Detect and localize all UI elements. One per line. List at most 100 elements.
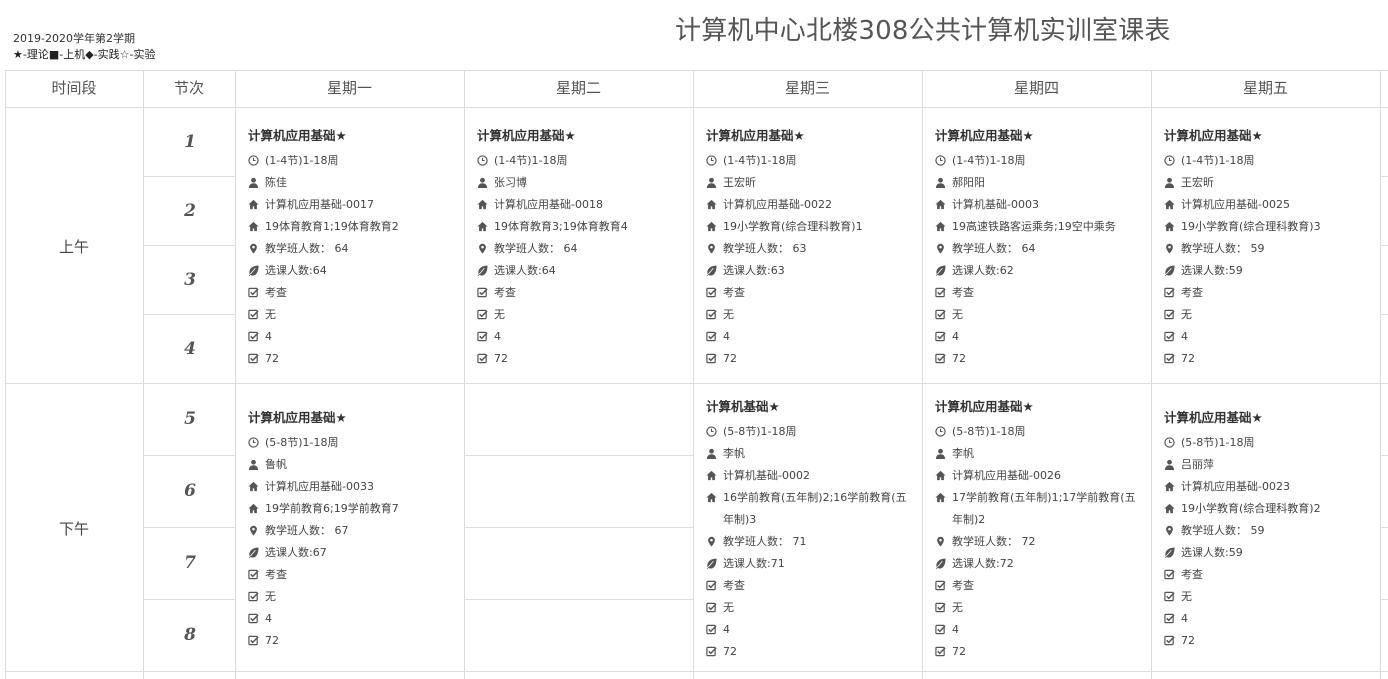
check-icon (248, 591, 259, 602)
note-value: 无 (952, 308, 963, 321)
exam-type: 考查 (1181, 568, 1203, 581)
course-time-row: (1-4节)1-18周 (477, 150, 697, 172)
slot-number: 5 (184, 409, 196, 429)
home-icon (706, 221, 717, 232)
leaf-icon (1164, 265, 1175, 276)
course-title: 计算机应用基础★ (935, 128, 1034, 143)
user-icon (706, 177, 717, 188)
check-icon (1164, 635, 1175, 646)
exam-type-row: 考查 (706, 575, 926, 597)
total-hours: 72 (1181, 352, 1195, 365)
teacher-name-row: 吕丽萍 (1164, 454, 1384, 476)
course-card[interactable]: 计算机应用基础★ (5-8节)1-18周 吕丽萍 计算机应用基础-0023 19小学教育… (1164, 407, 1384, 652)
slot-number: 1 (184, 132, 196, 152)
clock-icon (706, 426, 717, 437)
leaf-icon (1164, 547, 1175, 558)
exam-type-row: 考查 (935, 575, 1155, 597)
total-hours-row: 72 (248, 348, 468, 370)
check-icon (1164, 331, 1175, 342)
class-code-row: 计算机应用基础-0017 (248, 194, 468, 216)
course-title: 计算机应用基础★ (935, 399, 1034, 414)
check-icon (1164, 353, 1175, 364)
header-slot: 节次 (173, 79, 204, 97)
class-size-row: 教学班人数： 63 (706, 238, 926, 260)
note-value: 无 (952, 601, 963, 614)
enrolled-count-row: 选课人数:64 (248, 260, 468, 282)
total-hours-row: 72 (935, 348, 1155, 370)
leaf-icon (935, 265, 946, 276)
check-icon (935, 580, 946, 591)
clock-icon (248, 155, 259, 166)
home-icon (248, 221, 259, 232)
leaf-icon (248, 547, 259, 558)
slot-number: 7 (184, 553, 196, 573)
course-time: (5-8节)1-18周 (952, 425, 1026, 438)
marker-icon (706, 243, 717, 254)
period-afternoon: 下午 (58, 520, 89, 538)
weekly-hours-row: 4 (935, 619, 1155, 641)
class-code-row: 计算机应用基础-0023 (1164, 476, 1384, 498)
class-code-row: 计算机应用基础-0033 (248, 476, 468, 498)
teacher-name-row: 鲁帆 (248, 454, 468, 476)
course-time-row: (5-8节)1-18周 (248, 432, 468, 454)
teacher-name: 郝阳阳 (952, 176, 985, 189)
slot-number: 8 (184, 625, 196, 645)
course-title: 计算机应用基础★ (248, 410, 347, 425)
course-card[interactable]: 计算机应用基础★ (1-4节)1-18周 王宏昕 计算机应用基础-0022 19小学教育… (706, 125, 926, 370)
exam-type-row: 考查 (706, 282, 926, 304)
enrolled-count-row: 选课人数:62 (935, 260, 1155, 282)
home-icon (935, 492, 946, 503)
course-card[interactable]: 计算机应用基础★ (1-4节)1-18周 张习博 计算机应用基础-0018 19体育教育… (477, 125, 697, 370)
course-card[interactable]: 计算机应用基础★ (5-8节)1-18周 鲁帆 计算机应用基础-0033 19学前教育6… (248, 407, 468, 652)
enrolled-count: 选课人数:64 (265, 264, 327, 277)
exam-type: 考查 (265, 286, 287, 299)
exam-type: 考查 (952, 286, 974, 299)
exam-type: 考查 (265, 568, 287, 581)
home-icon (1164, 481, 1175, 492)
total-hours: 72 (1181, 634, 1195, 647)
teacher-name: 王宏昕 (723, 176, 756, 189)
teacher-name: 吕丽萍 (1181, 458, 1214, 471)
teacher-name: 李帆 (723, 447, 745, 460)
header-day: 星期一 (326, 79, 372, 97)
weekly-hours: 4 (494, 330, 501, 343)
enrolled-count: 选课人数:63 (723, 264, 785, 277)
total-hours-row: 72 (1164, 348, 1384, 370)
exam-type-row: 考查 (248, 564, 468, 586)
user-icon (706, 448, 717, 459)
note-value: 无 (723, 308, 734, 321)
course-card[interactable]: 计算机应用基础★ (1-4节)1-18周 王宏昕 计算机应用基础-0025 19小学教育… (1164, 125, 1384, 370)
clock-icon (935, 155, 946, 166)
enrolled-count: 选课人数:59 (1181, 546, 1243, 559)
course-card[interactable]: 计算机应用基础★ (5-8节)1-18周 李帆 计算机应用基础-0026 17学前教育(… (935, 396, 1155, 663)
check-icon (248, 331, 259, 342)
note-value-row: 无 (248, 586, 468, 608)
check-icon (706, 309, 717, 320)
course-card[interactable]: 计算机应用基础★ (1-4节)1-18周 郝阳阳 计算机基础-0003 19高速铁路客运… (935, 125, 1155, 370)
user-icon (935, 177, 946, 188)
class-names-row: 17学前教育(五年制)1;17学前教育(五年制)2 (935, 487, 1155, 531)
exam-type-row: 考查 (1164, 282, 1384, 304)
check-icon (477, 287, 488, 298)
total-hours-row: 72 (1164, 630, 1384, 652)
course-card[interactable]: 计算机应用基础★ (1-4节)1-18周 陈佳 计算机应用基础-0017 19体育教育1… (248, 125, 468, 370)
teacher-name-row: 陈佳 (248, 172, 468, 194)
user-icon (1164, 177, 1175, 188)
check-icon (1164, 613, 1175, 624)
note-value: 无 (265, 590, 276, 603)
course-card[interactable]: 计算机基础★ (5-8节)1-18周 李帆 计算机基础-0002 16学前教育(五年制)… (706, 396, 926, 663)
class-names: 17学前教育(五年制)1;17学前教育(五年制)2 (952, 491, 1136, 526)
class-names: 16学前教育(五年制)2;16学前教育(五年制)3 (723, 491, 907, 526)
exam-type-row: 考查 (248, 282, 468, 304)
marker-icon (1164, 525, 1175, 536)
teacher-name: 张习博 (494, 176, 527, 189)
check-icon (248, 569, 259, 580)
note-value: 无 (1181, 308, 1192, 321)
enrolled-count: 选课人数:71 (723, 557, 785, 570)
total-hours: 72 (723, 645, 737, 658)
class-size-row: 教学班人数： 72 (935, 531, 1155, 553)
header-day: 星期二 (555, 79, 601, 97)
course-time-row: (5-8节)1-18周 (1164, 432, 1384, 454)
weekly-hours-row: 4 (248, 608, 468, 630)
class-size: 教学班人数： 63 (723, 242, 807, 255)
